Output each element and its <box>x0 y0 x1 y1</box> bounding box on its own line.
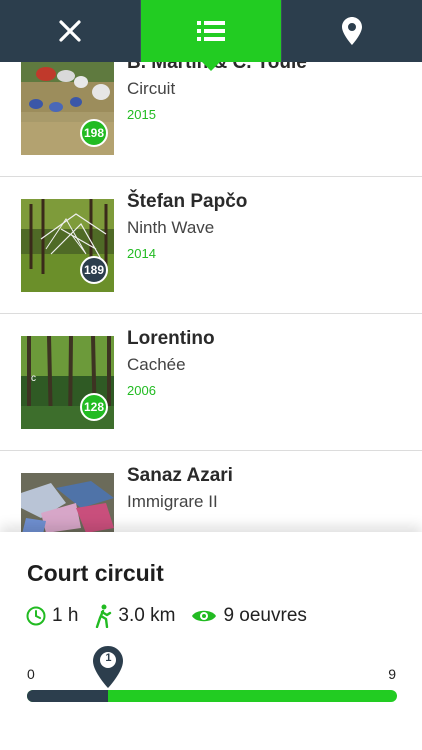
progress-fill <box>27 690 109 702</box>
list-item[interactable]: 189 Štefan Papčo Ninth Wave 2014 <box>0 177 422 314</box>
artwork-title: Cachée <box>127 355 186 374</box>
clock-icon <box>26 606 46 626</box>
route-distance: 3.0 km <box>118 605 176 626</box>
progress-marker[interactable]: 1 <box>93 646 124 688</box>
artwork-number-badge: 198 <box>80 119 108 147</box>
route-title: Court circuit <box>27 560 164 586</box>
list-item[interactable]: c 128 Lorentino Cachée 2006 <box>0 314 422 451</box>
artwork-thumbnail <box>21 473 114 532</box>
close-icon <box>59 20 81 42</box>
artwork-thumbnail: 198 <box>21 62 114 155</box>
artwork-title: Ninth Wave <box>127 218 215 237</box>
progress-min-label: 0 <box>27 666 35 682</box>
artwork-title: Immigrare II <box>127 492 218 511</box>
artist-name: Lorentino <box>127 328 215 349</box>
walking-icon <box>96 604 112 628</box>
route-duration: 1 h <box>52 605 79 626</box>
route-works-count: 9 oeuvres <box>223 605 307 626</box>
artwork-thumbnail: c 128 <box>21 336 114 429</box>
artwork-title: Circuit <box>127 79 176 98</box>
route-stats: 1 h 3.0 km 9 oeuvres <box>26 604 323 628</box>
artwork-thumbnail: 189 <box>21 199 114 292</box>
progress-max-label: 9 <box>388 666 396 682</box>
artwork-number-badge: 128 <box>80 393 108 421</box>
artist-name: Sanaz Azari <box>127 465 233 486</box>
artwork-year: 2014 <box>127 246 156 261</box>
close-button[interactable] <box>0 0 140 62</box>
list-icon <box>197 21 225 41</box>
list-item[interactable]: Sanaz Azari Immigrare II <box>0 451 422 532</box>
map-pin-icon <box>342 17 362 45</box>
tab-list[interactable] <box>140 0 281 71</box>
artist-name: Štefan Papčo <box>127 191 248 212</box>
list-item[interactable]: 198 B. Martin & C. Youle Circuit 2015 <box>0 62 422 177</box>
svg-text:c: c <box>31 373 36 384</box>
progress-marker-label: 1 <box>105 652 112 664</box>
eye-icon <box>192 610 217 622</box>
artwork-year: 2006 <box>127 383 156 398</box>
artwork-number-badge: 189 <box>80 256 108 284</box>
top-tab-bar <box>0 0 422 71</box>
route-summary-panel: Court circuit 1 h 3.0 km 9 oeuvres 0 9 1 <box>0 532 422 750</box>
artwork-year: 2015 <box>127 107 156 122</box>
tab-map[interactable] <box>281 0 422 62</box>
artwork-list[interactable]: 198 B. Martin & C. Youle Circuit 2015 18… <box>0 62 422 532</box>
progress-track[interactable] <box>27 690 397 702</box>
